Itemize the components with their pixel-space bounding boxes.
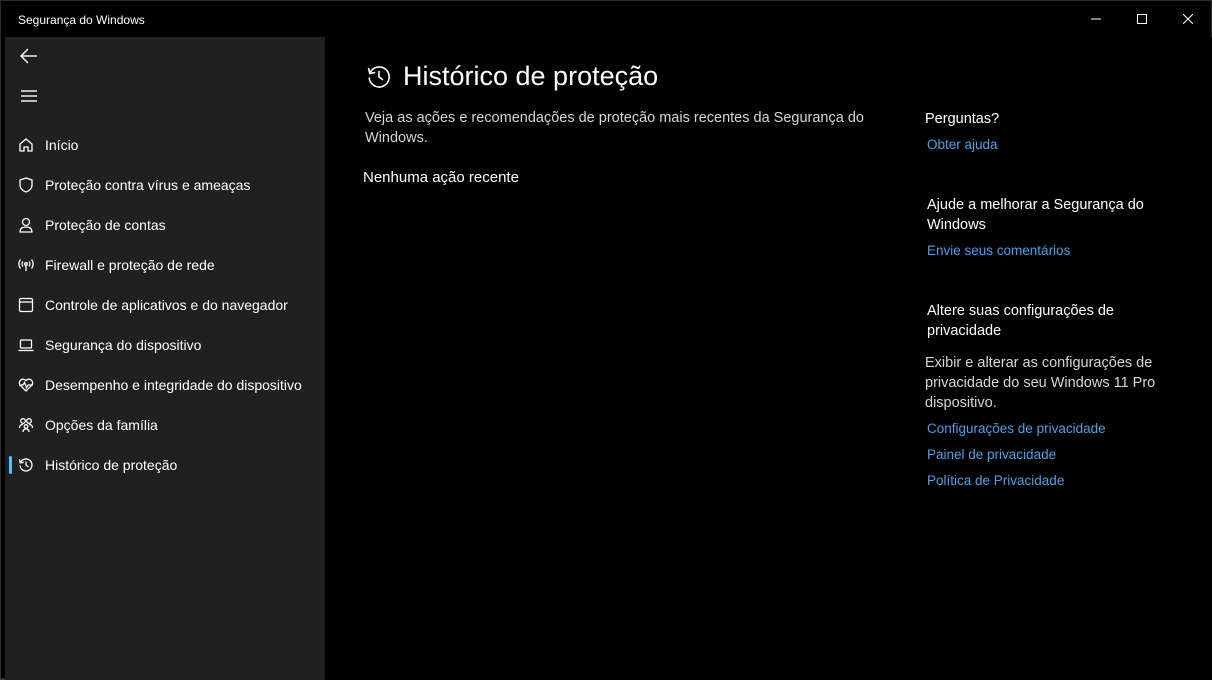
sidebar-item-device-security[interactable]: Segurança do dispositivo	[5, 325, 325, 365]
main-content: Histórico de proteção Veja as ações e re…	[325, 37, 1212, 680]
sidebar-item-label: Firewall e proteção de rede	[45, 257, 215, 273]
page-description: Veja as ações e recomendações de proteçã…	[365, 110, 864, 146]
title-bar: Segurança do Windows	[1, 1, 1211, 37]
history-icon	[17, 456, 35, 474]
heart-pulse-icon	[17, 376, 35, 394]
history-icon	[365, 63, 393, 91]
app-window-icon	[17, 296, 35, 314]
privacy-heading: Altere suas configurações de privacidade	[927, 303, 1114, 339]
questions-heading: Perguntas?	[925, 111, 1000, 127]
sidebar-item-label: Segurança do dispositivo	[45, 337, 202, 353]
home-icon	[17, 136, 35, 154]
back-button[interactable]	[13, 40, 45, 72]
window-controls	[1073, 1, 1211, 37]
app-window: Segurança do Windows Início Proteção con…	[0, 0, 1212, 680]
improve-heading: Ajude a melhorar a Segurança do Windows	[927, 197, 1144, 233]
close-button[interactable]	[1165, 1, 1211, 37]
privacy-settings-link[interactable]: Configurações de privacidade	[927, 419, 1185, 439]
nav-list: Início Proteção contra vírus e ameaças P…	[5, 125, 325, 485]
close-icon	[1183, 14, 1193, 24]
sidebar-item-label: Opções da família	[45, 417, 158, 433]
sidebar-item-device-performance[interactable]: Desempenho e integridade do dispositivo	[5, 365, 325, 405]
sidebar-item-firewall[interactable]: Firewall e proteção de rede	[5, 245, 325, 285]
maximize-button[interactable]	[1119, 1, 1165, 37]
minimize-button[interactable]	[1073, 1, 1119, 37]
send-feedback-link[interactable]: Envie seus comentários	[927, 241, 1185, 261]
sidebar-item-inicio[interactable]: Início	[5, 125, 325, 165]
back-arrow-icon	[20, 48, 37, 64]
laptop-icon	[17, 336, 35, 354]
wifi-antenna-icon	[17, 256, 35, 274]
person-icon	[17, 216, 35, 234]
page-title: Histórico de proteção	[403, 61, 659, 91]
get-help-link[interactable]: Obter ajuda	[927, 135, 1185, 155]
sidebar-item-virus-protection[interactable]: Proteção contra vírus e ameaças	[5, 165, 325, 205]
sidebar: Início Proteção contra vírus e ameaças P…	[5, 37, 325, 680]
sidebar-item-label: Controle de aplicativos e do navegador	[45, 297, 288, 313]
sidebar-item-label: Proteção de contas	[45, 217, 166, 233]
minimize-icon	[1091, 18, 1101, 20]
privacy-policy-link[interactable]: Política de Privacidade	[927, 471, 1185, 491]
menu-button[interactable]	[13, 80, 45, 112]
page-header: Histórico de proteção	[365, 61, 658, 92]
sidebar-item-account-protection[interactable]: Proteção de contas	[5, 205, 325, 245]
family-icon	[17, 416, 35, 434]
sidebar-item-protection-history[interactable]: Histórico de proteção	[5, 445, 325, 485]
hamburger-menu-icon	[21, 90, 37, 102]
empty-history-message: Nenhuma ação recente	[363, 169, 519, 186]
privacy-dashboard-link[interactable]: Painel de privacidade	[927, 445, 1185, 465]
active-indicator	[9, 456, 12, 474]
sidebar-item-label: Desempenho e integridade do dispositivo	[45, 377, 302, 393]
shield-icon	[17, 176, 35, 194]
sidebar-item-label: Proteção contra vírus e ameaças	[45, 177, 251, 193]
sidebar-item-label: Início	[45, 137, 79, 153]
privacy-description: Exibir e alterar as configurações de pri…	[925, 355, 1156, 411]
window-title: Segurança do Windows	[18, 13, 145, 27]
help-panel: Perguntas? Obter ajuda Ajude a melhorar …	[925, 109, 1185, 491]
sidebar-item-app-browser-control[interactable]: Controle de aplicativos e do navegador	[5, 285, 325, 325]
sidebar-item-family-options[interactable]: Opções da família	[5, 405, 325, 445]
maximize-icon	[1137, 14, 1147, 24]
sidebar-item-label: Histórico de proteção	[45, 457, 178, 473]
